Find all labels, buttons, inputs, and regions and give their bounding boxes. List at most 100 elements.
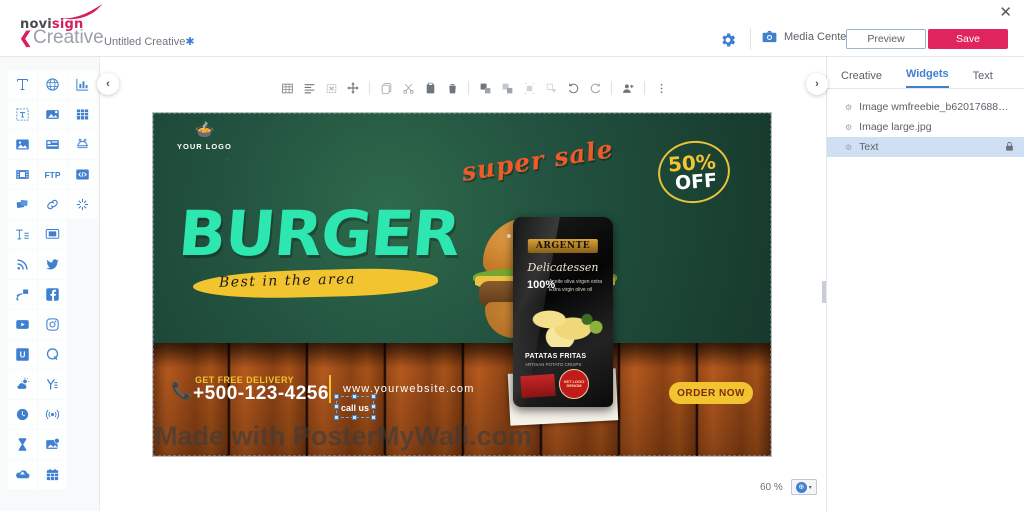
send-backward-button[interactable] xyxy=(496,77,518,99)
youtube-tool[interactable] xyxy=(8,310,37,339)
add-user-button[interactable] xyxy=(617,77,639,99)
align-button[interactable] xyxy=(298,77,320,99)
resize-handle-s[interactable] xyxy=(352,415,357,420)
fit-button[interactable] xyxy=(320,77,342,99)
rss-tool[interactable] xyxy=(8,250,37,279)
calendar-tool[interactable] xyxy=(38,460,67,489)
copy-style-button[interactable] xyxy=(375,77,397,99)
toolbar-separator-2 xyxy=(468,81,469,95)
rss-feed-tool[interactable] xyxy=(8,280,37,309)
text-tool[interactable] xyxy=(8,70,37,99)
globe-icon xyxy=(46,78,59,91)
document-title[interactable]: Untitled Creative✱ xyxy=(104,35,195,48)
image-tool[interactable] xyxy=(8,130,37,159)
back-chevron-icon[interactable]: ❮ xyxy=(19,31,32,47)
scrolling-text-tool[interactable] xyxy=(8,100,37,129)
live-stream-tool[interactable] xyxy=(38,400,67,429)
table-tool[interactable] xyxy=(68,100,97,129)
list-item[interactable]: ⚙ Text xyxy=(827,137,1024,157)
move-button[interactable] xyxy=(342,77,364,99)
breadcrumb-creative[interactable]: Creative xyxy=(33,27,104,49)
product-image[interactable]: ARGENTE Delicatessen 100% Aceite oliva v… xyxy=(503,211,623,431)
rich-text-tool[interactable] xyxy=(8,220,37,249)
image-effect-tool[interactable] xyxy=(38,100,67,129)
resize-handle-e[interactable] xyxy=(371,404,377,409)
phone-number[interactable]: +500-123-4256 xyxy=(193,383,329,405)
website-text[interactable]: www.yourwebsite.com xyxy=(343,383,475,395)
discount-off-label[interactable]: OFF xyxy=(674,170,718,195)
web-page-tool[interactable] xyxy=(38,70,67,99)
upload-tool[interactable] xyxy=(8,460,37,489)
slideshow-tool[interactable] xyxy=(38,130,67,159)
twitter-tool[interactable] xyxy=(38,250,67,279)
collapse-left-panel-button[interactable]: ‹ xyxy=(97,73,119,95)
clock-tool[interactable] xyxy=(8,400,37,429)
tab-creative[interactable]: Creative xyxy=(841,70,882,88)
upload-icon xyxy=(16,470,30,479)
design-canvas[interactable]: 🍲 YOUR LOGO BURGER Best in the area supe… xyxy=(152,112,772,457)
lock-icon[interactable] xyxy=(1005,141,1014,154)
close-icon[interactable]: ✕ xyxy=(999,5,1012,20)
paste-button[interactable] xyxy=(419,77,441,99)
save-button[interactable]: Save xyxy=(928,29,1008,49)
grid-button[interactable] xyxy=(276,77,298,99)
screen-tool[interactable] xyxy=(38,220,67,249)
widget-list: ⚙ Image wmfreebie_b62017688b4ab56… ⚙ Ima… xyxy=(827,89,1024,157)
delete-button[interactable] xyxy=(441,77,463,99)
undo-button[interactable] xyxy=(562,77,584,99)
resize-handle-n[interactable] xyxy=(352,394,357,399)
facebook-tool[interactable] xyxy=(38,280,67,309)
send-back-button[interactable] xyxy=(540,77,562,99)
list-item[interactable]: ⚙ Image wmfreebie_b62017688b4ab56… xyxy=(827,97,1024,117)
drag-handle-icon[interactable]: ⚙ xyxy=(845,103,852,112)
bring-front-button[interactable] xyxy=(518,77,540,99)
list-item[interactable]: ⚙ Image large.jpg xyxy=(827,117,1024,137)
resize-handle-se[interactable] xyxy=(371,415,377,420)
poster-headline[interactable]: BURGER xyxy=(176,197,463,270)
product-line: Delicatessen xyxy=(527,261,599,274)
tab-widgets[interactable]: Widgets xyxy=(905,68,949,88)
layers-tool[interactable] xyxy=(8,190,37,219)
effects-tool[interactable] xyxy=(68,190,97,219)
order-now-button[interactable]: ORDER NOW xyxy=(669,382,753,404)
html-embed-tool[interactable] xyxy=(68,160,97,189)
unsplash-tool[interactable]: U xyxy=(8,340,37,369)
chart-tool[interactable] xyxy=(68,70,97,99)
resize-handle-w[interactable] xyxy=(334,404,339,409)
widget-label: Image large.jpg xyxy=(859,121,932,133)
more-button[interactable] xyxy=(650,77,672,99)
resize-handle-sw[interactable] xyxy=(334,415,339,420)
poster-logo-placeholder[interactable]: 🍲 YOUR LOGO xyxy=(177,123,232,152)
dynamic-image-tool[interactable] xyxy=(38,430,67,459)
redo-button[interactable] xyxy=(584,77,606,99)
widget-label: Text xyxy=(859,141,879,153)
drag-handle-icon[interactable]: ⚙ xyxy=(845,123,852,132)
video-tool[interactable] xyxy=(8,160,37,189)
bring-front-icon xyxy=(524,82,534,94)
stickers-tool[interactable] xyxy=(68,130,97,159)
bring-forward-button[interactable] xyxy=(474,77,496,99)
zoom-controls: 60 % ⊕ ▾ xyxy=(760,479,817,495)
quote-tool[interactable] xyxy=(38,340,67,369)
resize-handle-nw[interactable] xyxy=(334,394,339,399)
instagram-tool[interactable] xyxy=(38,310,67,339)
right-panel: Creative Widgets Text ⚙ Image wmfreebie_… xyxy=(826,57,1024,511)
resize-handle-ne[interactable] xyxy=(371,394,377,399)
link-tool[interactable] xyxy=(38,190,67,219)
drag-handle-icon[interactable]: ⚙ xyxy=(845,143,852,152)
gear-icon[interactable] xyxy=(719,31,737,49)
media-center-button[interactable]: Media Center xyxy=(762,30,850,43)
countdown-tool[interactable] xyxy=(8,430,37,459)
canvas-toolbar xyxy=(276,77,672,99)
collapse-right-panel-button[interactable]: › xyxy=(806,73,828,95)
weather-tool[interactable] xyxy=(8,370,37,399)
product-seal: VET LOGO DENOM xyxy=(559,369,589,399)
ftp-tool[interactable]: FTP xyxy=(38,160,67,189)
selected-text-widget[interactable]: call us xyxy=(334,394,377,420)
zoom-dropdown[interactable]: ⊕ ▾ xyxy=(790,479,817,495)
app-header: novisign ❮ Creative Untitled Creative✱ ✕… xyxy=(0,0,1024,57)
tab-text[interactable]: Text xyxy=(973,70,993,88)
cut-button[interactable] xyxy=(397,77,419,99)
preview-button[interactable]: Preview xyxy=(846,29,926,49)
yammer-tool[interactable] xyxy=(38,370,67,399)
